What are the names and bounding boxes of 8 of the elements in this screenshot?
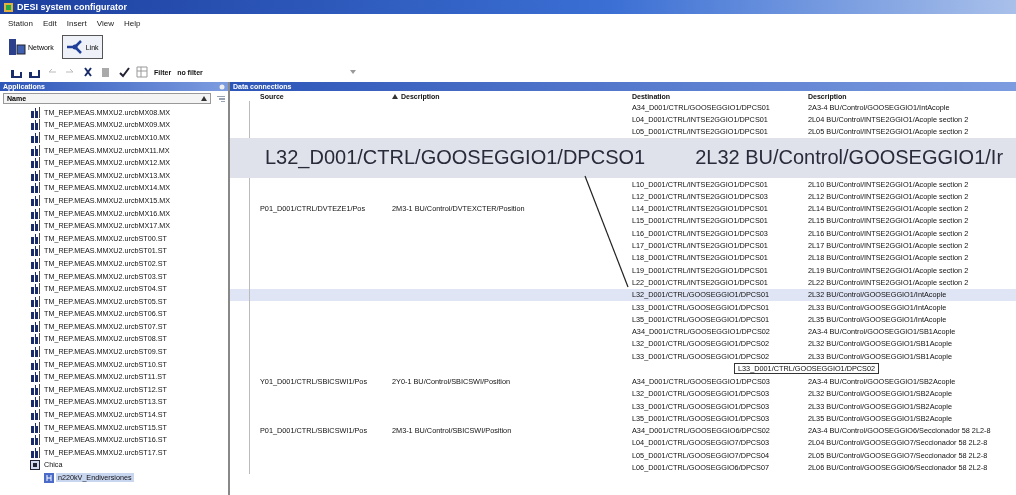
menu-item[interactable]: Help xyxy=(123,18,141,28)
window-title: DESI system configurator xyxy=(17,2,128,12)
menu-item[interactable]: Edit xyxy=(42,18,57,28)
magnified-text: L32_D001/CTRL/GOOSEGGIO1/DPCSO1 xyxy=(265,146,646,170)
magnified-text: 2L32 BU/Control/GOOSEGGIO1/Ir xyxy=(695,146,1004,170)
menu-item[interactable]: Insert xyxy=(66,18,87,28)
menu-item[interactable]: View xyxy=(96,18,114,28)
menu-item[interactable]: Station xyxy=(8,18,33,28)
